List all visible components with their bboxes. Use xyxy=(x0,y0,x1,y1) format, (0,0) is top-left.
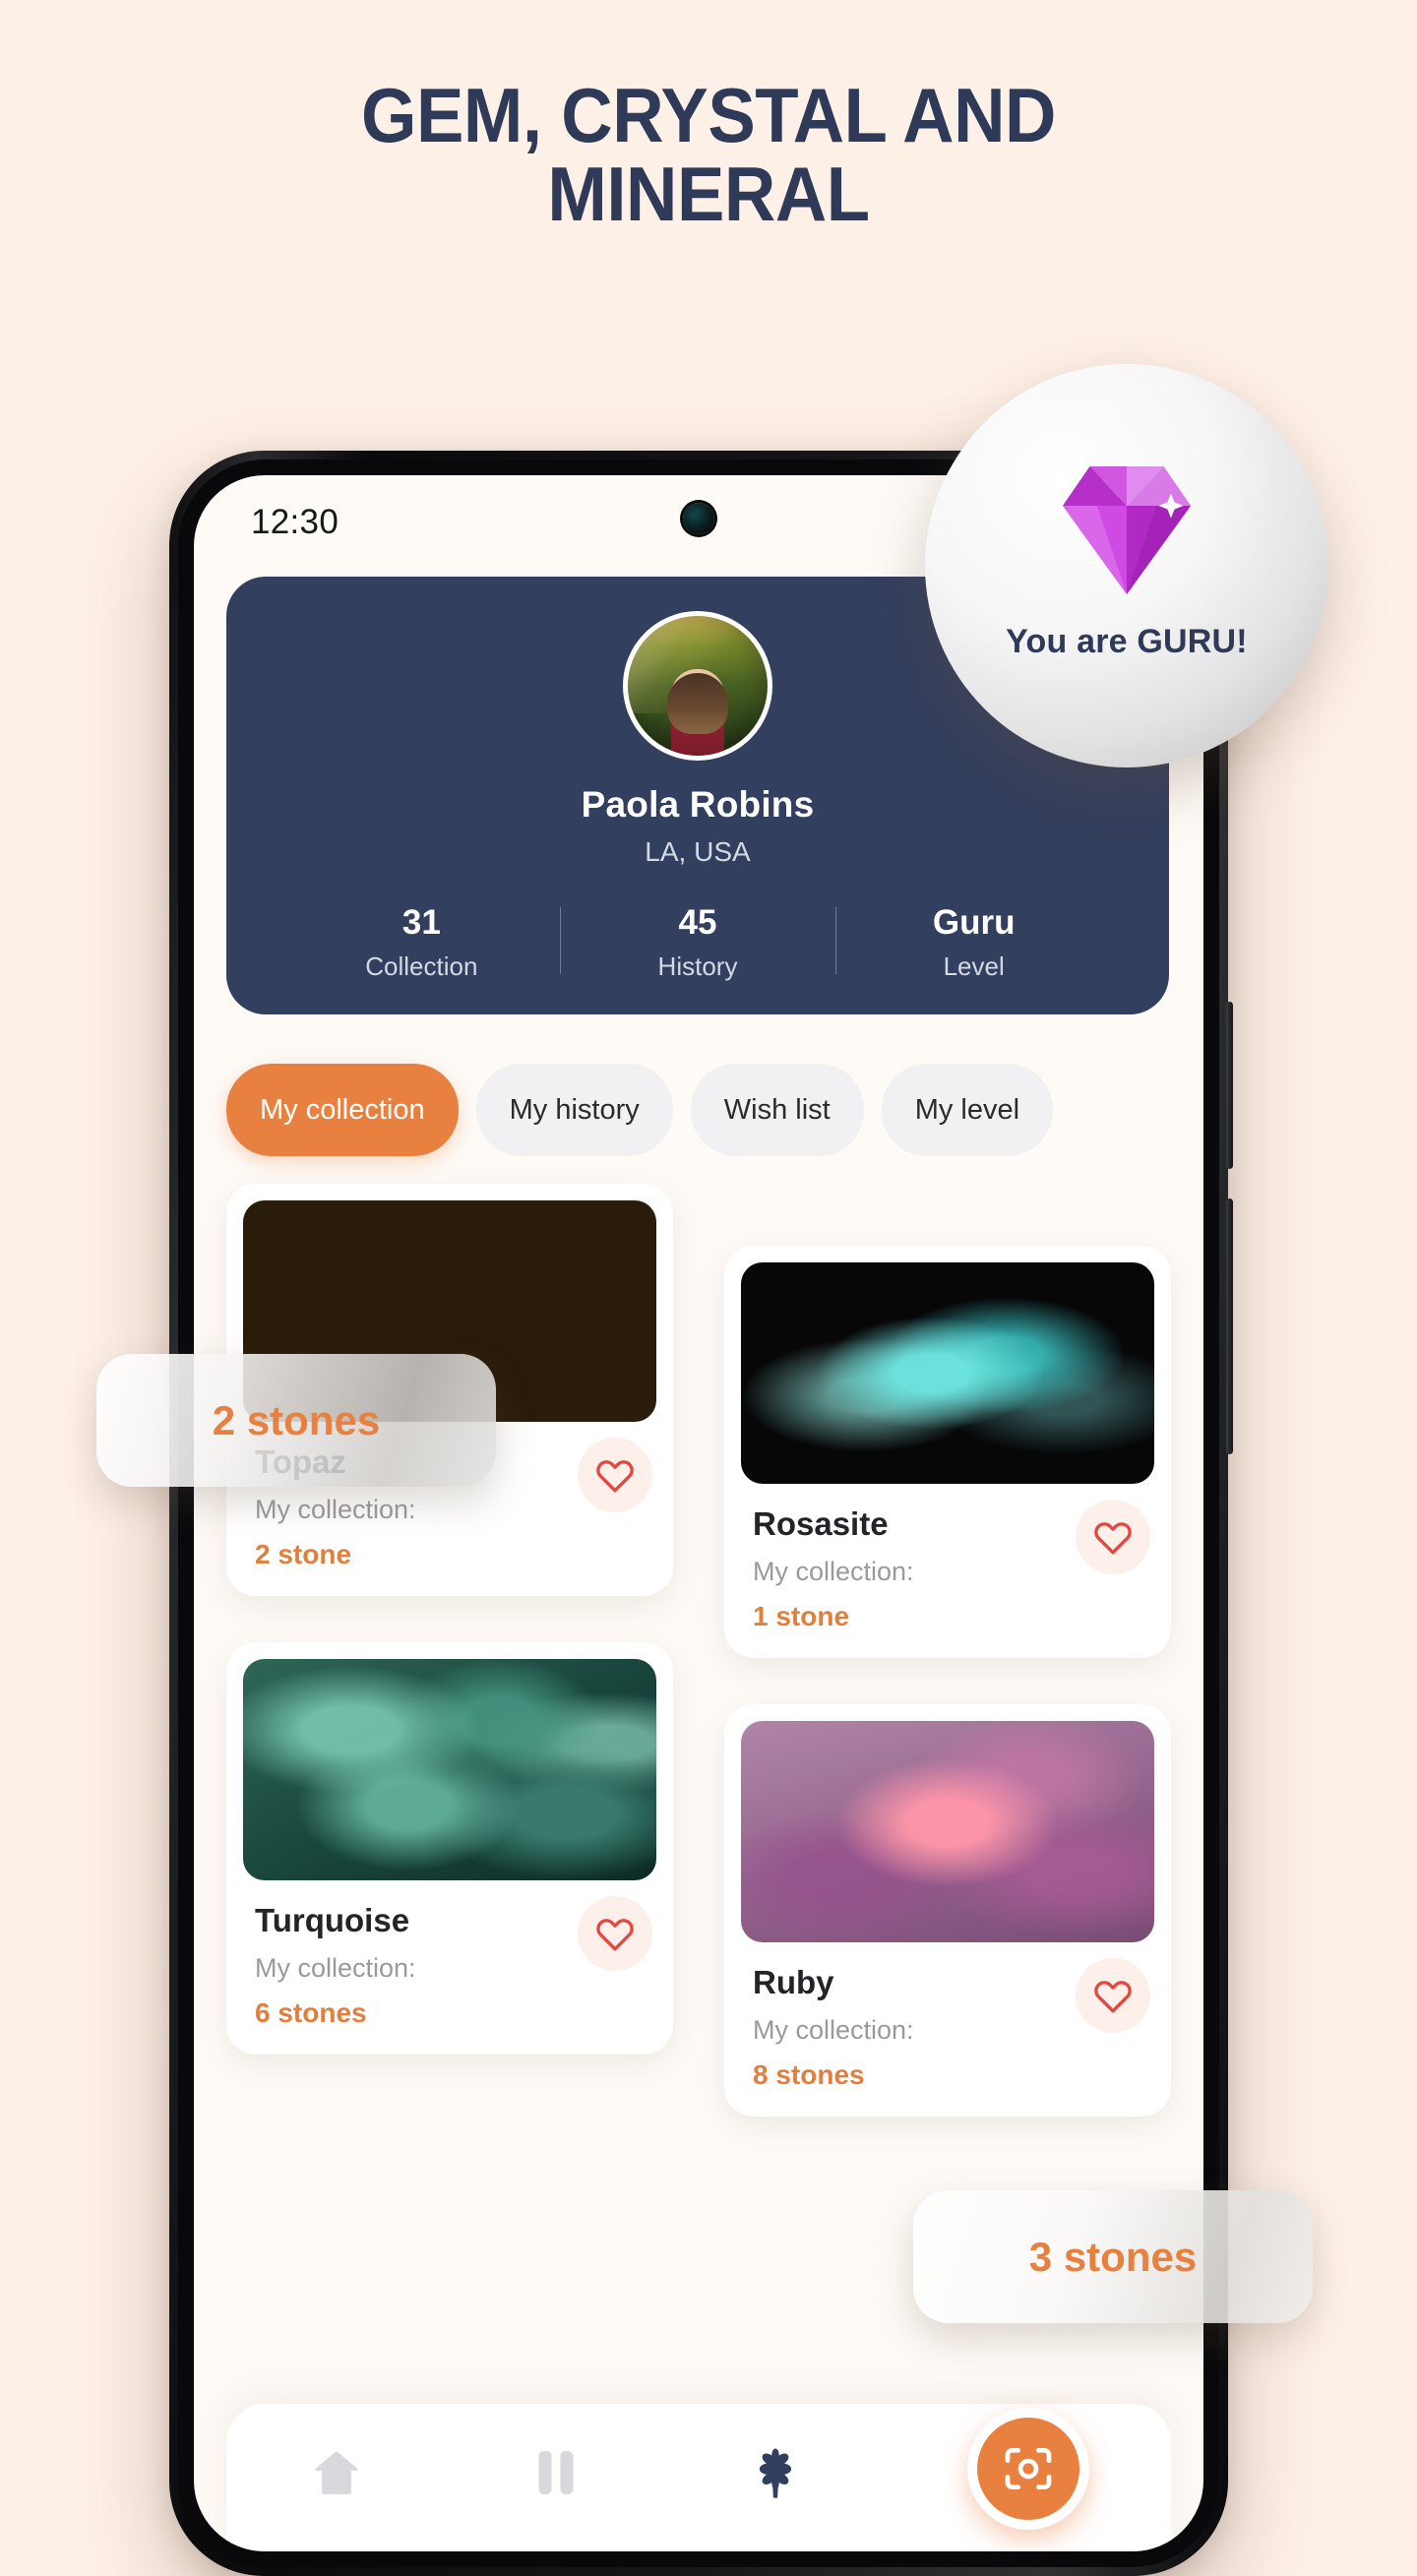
gem-count-rosasite: 1 stone xyxy=(753,1601,850,1631)
bottom-navigation-bar xyxy=(226,2404,1171,2551)
page-title: GEM, CRYSTAL AND MINERAL xyxy=(49,76,1367,237)
gem-photo-rosasite xyxy=(741,1262,1154,1484)
stat-level-value: Guru xyxy=(932,903,1016,942)
favorite-button-topaz[interactable] xyxy=(578,1438,652,1512)
gem-count-turquoise: 6 stones xyxy=(255,1997,367,2028)
profile-stats: 31 Collection 45 History Guru Level xyxy=(226,903,1169,982)
heart-icon xyxy=(596,1460,634,1493)
tab-my-history[interactable]: My history xyxy=(475,1064,673,1156)
tab-my-collection[interactable]: My collection xyxy=(226,1064,459,1156)
page-title-line-1: GEM, CRYSTAL AND xyxy=(361,72,1056,158)
collection-column-left: Topaz My collection: 2 stone Turquoise xyxy=(226,1184,673,2163)
camera-icon xyxy=(1005,2448,1051,2489)
gem-photo-ruby xyxy=(741,1721,1154,1942)
gem-card-turquoise[interactable]: Turquoise My collection: 6 stones xyxy=(226,1642,673,2055)
collection-column-right: Rosasite My collection: 1 stone Ruby My … xyxy=(724,1184,1171,2163)
gem-photo-turquoise xyxy=(243,1659,656,1880)
favorite-button-ruby[interactable] xyxy=(1076,1958,1150,2033)
gem-count-ruby: 8 stones xyxy=(753,2059,865,2090)
guru-badge-text: You are GURU! xyxy=(1006,623,1248,660)
stat-collection[interactable]: 31 Collection xyxy=(283,903,560,982)
guru-badge: You are GURU! xyxy=(925,364,1328,767)
camera-fab-button[interactable] xyxy=(966,2408,1089,2530)
nav-item-favorites[interactable] xyxy=(748,2445,803,2500)
stat-level-label: Level xyxy=(943,951,1005,981)
diamond-icon xyxy=(1063,466,1191,594)
tab-wish-list[interactable]: Wish list xyxy=(690,1064,864,1156)
heart-icon xyxy=(1094,1981,1132,2013)
collection-grid: Topaz My collection: 2 stone Turquoise xyxy=(226,1184,1171,2163)
overlay-pill-3-stones: 3 stones xyxy=(913,2190,1313,2323)
star-icon xyxy=(759,2448,791,2498)
phone-side-button-volume[interactable] xyxy=(1226,1002,1233,1169)
stat-level[interactable]: Guru Level xyxy=(835,903,1112,982)
favorite-button-rosasite[interactable] xyxy=(1076,1500,1150,1574)
home-icon xyxy=(314,2451,358,2494)
gem-info-rosasite: Rosasite My collection: 1 stone xyxy=(741,1484,1154,1632)
avatar-hair xyxy=(667,673,728,734)
page-title-line-2: MINERAL xyxy=(547,150,870,237)
phone-side-button-power[interactable] xyxy=(1226,1198,1233,1454)
front-camera-icon xyxy=(683,503,714,534)
stat-collection-label: Collection xyxy=(365,951,478,981)
stat-history[interactable]: 45 History xyxy=(559,903,836,982)
favorite-button-turquoise[interactable] xyxy=(578,1896,652,1971)
gem-card-ruby[interactable]: Ruby My collection: 8 stones xyxy=(724,1704,1171,2116)
nav-item-home[interactable] xyxy=(309,2445,364,2500)
bookmark-icon xyxy=(538,2450,573,2495)
gem-card-rosasite[interactable]: Rosasite My collection: 1 stone xyxy=(724,1246,1171,1658)
gem-info-turquoise: Turquoise My collection: 6 stones xyxy=(243,1880,656,2029)
tab-bar: My collection My history Wish list My le… xyxy=(226,1064,1171,1156)
avatar[interactable] xyxy=(623,611,772,761)
heart-icon xyxy=(596,1919,634,1951)
heart-icon xyxy=(1094,1522,1132,1555)
nav-item-bookmark[interactable] xyxy=(528,2445,584,2500)
profile-name: Paola Robins xyxy=(581,784,815,825)
overlay-pill-2-stones: 2 stones xyxy=(96,1354,496,1487)
stat-collection-value: 31 xyxy=(401,903,441,942)
stat-history-value: 45 xyxy=(678,903,717,942)
status-bar-time: 12:30 xyxy=(251,503,339,541)
gem-count-topaz: 2 stone xyxy=(255,1539,352,1569)
profile-location: LA, USA xyxy=(645,836,751,867)
tab-my-level[interactable]: My level xyxy=(881,1064,1054,1156)
gem-info-ruby: Ruby My collection: 8 stones xyxy=(741,1942,1154,2091)
stat-history-label: History xyxy=(657,951,738,981)
